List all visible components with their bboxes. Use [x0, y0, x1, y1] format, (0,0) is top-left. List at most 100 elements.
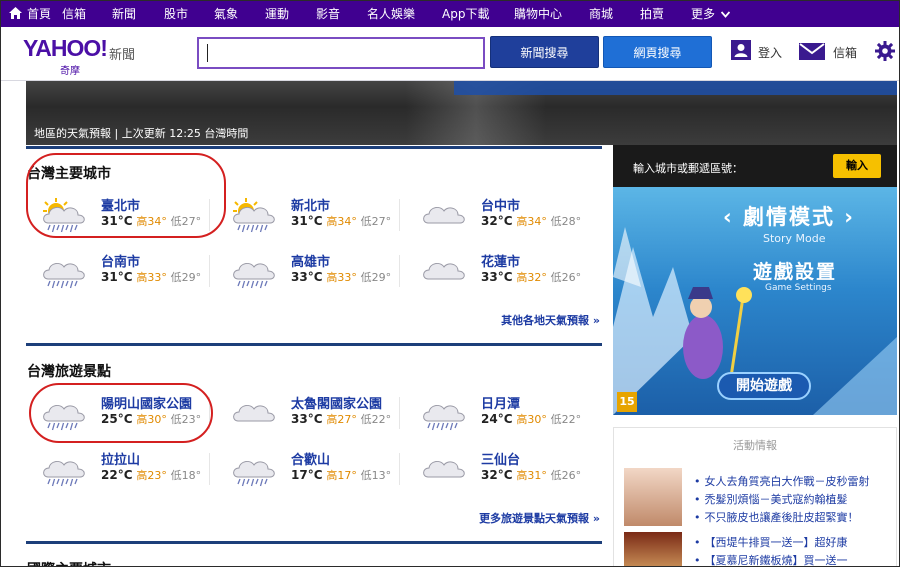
activity-item[interactable]: • 不只腋皮也讓產後肚皮超緊實！: [694, 509, 859, 525]
current-temp: 31°C: [101, 270, 133, 284]
more-spots-link[interactable]: 更多旅遊景點天氣預報 »: [479, 510, 600, 526]
column-divider: [209, 453, 210, 485]
section-title-intl: 國際主要城市: [27, 559, 111, 566]
weather-banner: 地區的天氣預報 | 上次更新 12:25 台灣時間: [26, 81, 897, 145]
activity-thumbnail[interactable]: [624, 468, 682, 526]
city-name[interactable]: 高雄市: [291, 251, 330, 270]
more-forecast-link[interactable]: 其他各地天氣預報 »: [501, 312, 600, 328]
mail-icon[interactable]: [799, 43, 825, 60]
current-temp: 17°C: [291, 468, 323, 482]
cloud-rain-icon: [233, 460, 275, 487]
activity-item[interactable]: • 女人去角質亮白大作戰－皮秒雷射: [694, 473, 870, 489]
weather-city-card[interactable]: 太魯閣國家公園 33°C 高27° 低22°: [219, 391, 399, 439]
city-name[interactable]: 三仙台: [481, 449, 520, 468]
activity-item[interactable]: • 禿髮別煩惱－美式寇約翰植髮: [694, 491, 848, 507]
start-game-button[interactable]: 開始遊戲: [717, 372, 811, 400]
weather-city-card[interactable]: 台中市 32°C 高34° 低28°: [409, 193, 589, 241]
news-search-button[interactable]: 新聞搜尋: [490, 36, 599, 68]
mail-link[interactable]: 信箱: [833, 44, 857, 61]
bullet-icon: •: [694, 493, 701, 506]
user-icon[interactable]: [731, 40, 751, 60]
weather-city-card[interactable]: 拉拉山 22°C 高23° 低18°: [29, 447, 209, 495]
column-divider: [399, 199, 400, 231]
weather-city-card[interactable]: 花蓮市 33°C 高32° 低26°: [409, 249, 589, 297]
city-name[interactable]: 合歡山: [291, 449, 330, 468]
nav-weather[interactable]: 氣象: [214, 1, 265, 27]
cloud-rain-icon: [43, 460, 85, 487]
city-name[interactable]: 台南市: [101, 251, 140, 270]
city-temps: 24°C 高30° 低22°: [481, 411, 581, 427]
weather-city-card[interactable]: 新北市 31°C 高34° 低27°: [219, 193, 399, 241]
bullet-icon: •: [694, 536, 701, 549]
low-temp: 低22°: [550, 413, 582, 426]
column-divider: [209, 255, 210, 287]
cloud-rain-icon: [233, 262, 275, 289]
web-search-button[interactable]: 網頁搜尋: [603, 36, 712, 68]
nav-shopping[interactable]: 購物中心: [514, 1, 589, 27]
nav-mail[interactable]: 信箱: [62, 1, 112, 27]
activity-title: 活動情報: [733, 439, 777, 452]
city-name[interactable]: 台中市: [481, 195, 520, 214]
ad-title-2: 遊戲設置: [753, 261, 838, 283]
nav-auction[interactable]: 拍賣: [640, 1, 691, 27]
current-temp: 24°C: [481, 412, 513, 426]
weather-city-card[interactable]: 合歡山 17°C 高17° 低13°: [219, 447, 399, 495]
cloud-icon: [423, 206, 465, 224]
city-name[interactable]: 花蓮市: [481, 251, 520, 270]
city-name[interactable]: 新北市: [291, 195, 330, 214]
weather-city-card[interactable]: 日月潭 24°C 高30° 低22°: [409, 391, 589, 439]
zip-submit-button[interactable]: 輸入: [833, 154, 881, 178]
nav-home[interactable]: 首頁: [9, 1, 62, 27]
current-temp: 33°C: [481, 270, 513, 284]
forecast-strip: [454, 81, 897, 95]
high-temp: 高34°: [326, 215, 357, 228]
low-temp: 低29°: [360, 271, 392, 284]
search-input[interactable]: [197, 37, 485, 69]
weather-city-card[interactable]: 高雄市 33°C 高33° 低29°: [219, 249, 399, 297]
nav-sports[interactable]: 運動: [265, 1, 316, 27]
gear-icon[interactable]: [875, 41, 895, 61]
weather-city-card[interactable]: 三仙台 32°C 高31° 低26°: [409, 447, 589, 495]
cloud-icon: [423, 262, 465, 280]
city-temps: 33°C 高27° 低22°: [291, 411, 391, 427]
activity-thumbnail[interactable]: [624, 532, 682, 566]
game-ad[interactable]: ‹ 劇情模式 › Story Mode 遊戲設置 Game Settings 開…: [613, 187, 897, 415]
high-temp: 高23°: [136, 469, 167, 482]
section-divider: [26, 146, 602, 149]
header: YAHOO! 奇摩 新聞 新聞搜尋 網頁搜尋 登入 信箱: [1, 27, 899, 81]
current-temp: 22°C: [101, 468, 133, 482]
nav-more[interactable]: 更多: [691, 1, 751, 27]
current-temp: 32°C: [481, 468, 513, 482]
city-name[interactable]: 日月潭: [481, 393, 520, 412]
yahoo-logo[interactable]: YAHOO!: [23, 35, 108, 62]
section-title-spots: 台灣旅遊景點: [27, 364, 111, 380]
activity-item[interactable]: • 【西堤牛排買一送一】超好康: [694, 534, 848, 550]
current-temp: 32°C: [481, 214, 513, 228]
high-temp: 高30°: [516, 413, 547, 426]
city-name[interactable]: 太魯閣國家公園: [291, 393, 382, 412]
city-temps: 31°C 高34° 低27°: [291, 213, 391, 229]
low-temp: 低13°: [360, 469, 392, 482]
bullet-icon: •: [694, 511, 701, 524]
city-temps: 17°C 高17° 低13°: [291, 467, 391, 483]
column-divider: [399, 453, 400, 485]
current-temp: 31°C: [291, 214, 323, 228]
section-divider: [26, 541, 602, 544]
nav-video[interactable]: 影音: [316, 1, 367, 27]
login-link[interactable]: 登入: [758, 44, 782, 61]
activity-item[interactable]: • 【夏慕尼新鐵板燒】買一送一: [694, 552, 848, 566]
browser-frame: 首頁 信箱 新聞 股市 氣象 運動 影音 名人娛樂 App下載 購物中心 商城 …: [0, 0, 900, 567]
update-caption: 地區的天氣預報 | 上次更新 12:25 台灣時間: [34, 127, 249, 140]
high-temp: 高34°: [516, 215, 547, 228]
zip-label: 輸入城市或郵遞區號：: [633, 162, 743, 175]
high-temp: 高27°: [326, 413, 357, 426]
weather-city-card[interactable]: 台南市 31°C 高33° 低29°: [29, 249, 209, 297]
nav-mall[interactable]: 商城: [589, 1, 640, 27]
text-caret: [207, 44, 208, 62]
nav-celebrity[interactable]: 名人娛樂: [367, 1, 442, 27]
bullet-icon: •: [694, 475, 701, 488]
nav-app[interactable]: App下載: [442, 1, 514, 27]
nav-news[interactable]: 新聞: [112, 1, 164, 27]
city-name[interactable]: 拉拉山: [101, 449, 140, 468]
nav-stock[interactable]: 股市: [164, 1, 214, 27]
